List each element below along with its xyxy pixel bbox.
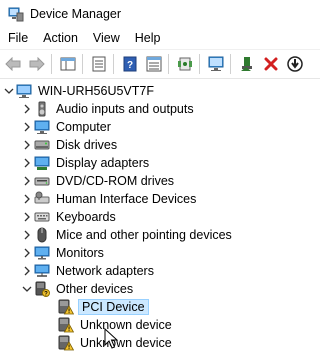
tree-item-computer[interactable]: Computer bbox=[20, 118, 113, 136]
chevron-down-icon[interactable] bbox=[2, 82, 16, 100]
tree-item-other-devices[interactable]: ? Other devices bbox=[20, 280, 135, 298]
tree-item-hid[interactable]: Human Interface Devices bbox=[20, 190, 198, 208]
tree-item-label: PCI Device bbox=[78, 299, 149, 315]
chevron-right-icon[interactable] bbox=[20, 136, 34, 154]
dvd-drive-icon bbox=[34, 173, 50, 189]
chevron-down-icon[interactable] bbox=[20, 280, 34, 298]
properties-icon[interactable] bbox=[88, 53, 110, 75]
devices-by-type-icon[interactable] bbox=[143, 53, 165, 75]
tree-item-label: Unknown device bbox=[80, 336, 172, 350]
toolbar-separator bbox=[199, 54, 200, 74]
mouse-cursor-icon bbox=[104, 328, 118, 349]
uninstall-icon[interactable] bbox=[260, 53, 282, 75]
tree-item-label: Keyboards bbox=[56, 210, 116, 224]
disk-drive-icon bbox=[34, 137, 50, 153]
tree-item-label: Human Interface Devices bbox=[56, 192, 197, 206]
menu-view[interactable]: View bbox=[85, 31, 127, 45]
tree-item-label: Audio inputs and outputs bbox=[56, 102, 194, 116]
scan-hardware-icon[interactable] bbox=[205, 53, 227, 75]
menu-file[interactable]: File bbox=[0, 31, 35, 45]
tree-item-label: Network adapters bbox=[56, 264, 154, 278]
svg-text:?: ? bbox=[44, 292, 48, 298]
warning-device-icon bbox=[58, 335, 74, 351]
tree-item-label: Other devices bbox=[56, 282, 134, 296]
toolbar-separator bbox=[230, 54, 231, 74]
menu-action[interactable]: Action bbox=[35, 31, 85, 45]
help-icon[interactable]: ? bbox=[119, 53, 141, 75]
other-devices-icon: ? bbox=[34, 281, 50, 297]
tree-item-label: DVD/CD-ROM drives bbox=[56, 174, 175, 188]
computer-icon bbox=[16, 83, 32, 99]
tree-item-mice[interactable]: Mice and other pointing devices bbox=[20, 226, 234, 244]
tree-item-pci-device[interactable]: PCI Device bbox=[58, 298, 149, 316]
toolbar-separator bbox=[51, 54, 52, 74]
toolbar: ? bbox=[0, 49, 320, 79]
computer-icon bbox=[34, 119, 50, 135]
toolbar-separator bbox=[82, 54, 83, 74]
device-manager-icon bbox=[8, 7, 24, 22]
chevron-right-icon[interactable] bbox=[20, 190, 34, 208]
toolbar-separator bbox=[168, 54, 169, 74]
enable-device-icon[interactable] bbox=[236, 53, 258, 75]
tree-item-label: Unknown device bbox=[80, 318, 172, 332]
title-bar: Device Manager bbox=[0, 0, 320, 28]
tree-root[interactable]: WIN-URH56U5VT7F bbox=[2, 82, 156, 100]
chevron-right-icon[interactable] bbox=[20, 244, 34, 262]
speaker-icon bbox=[34, 101, 50, 117]
update-driver-icon[interactable] bbox=[174, 53, 196, 75]
chevron-right-icon[interactable] bbox=[20, 154, 34, 172]
monitor-icon bbox=[34, 245, 50, 261]
tree-item-audio[interactable]: Audio inputs and outputs bbox=[20, 100, 196, 118]
chevron-right-icon[interactable] bbox=[20, 100, 34, 118]
hid-icon bbox=[34, 191, 50, 207]
keyboard-icon bbox=[34, 209, 50, 225]
toolbar-separator bbox=[113, 54, 114, 74]
warning-device-icon bbox=[58, 299, 74, 315]
chevron-right-icon[interactable] bbox=[20, 262, 34, 280]
tree-item-network-adapters[interactable]: Network adapters bbox=[20, 262, 156, 280]
tree-item-disk-drives[interactable]: Disk drives bbox=[20, 136, 119, 154]
chevron-right-icon[interactable] bbox=[20, 208, 34, 226]
forward-icon[interactable] bbox=[26, 53, 48, 75]
tree-item-label: Mice and other pointing devices bbox=[56, 228, 232, 242]
network-adapter-icon bbox=[34, 263, 50, 279]
tree-item-label: Display adapters bbox=[56, 156, 150, 170]
device-tree: WIN-URH56U5VT7F Audio inputs and outputs… bbox=[0, 80, 320, 356]
back-icon[interactable] bbox=[2, 53, 24, 75]
tree-root-label: WIN-URH56U5VT7F bbox=[38, 84, 154, 98]
tree-item-monitors[interactable]: Monitors bbox=[20, 244, 106, 262]
display-adapter-icon bbox=[34, 155, 50, 171]
menu-bar: File Action View Help bbox=[0, 28, 320, 48]
tree-item-dvd-drives[interactable]: DVD/CD-ROM drives bbox=[20, 172, 176, 190]
tree-item-label: Computer bbox=[56, 120, 111, 134]
show-hide-tree-icon[interactable] bbox=[57, 53, 79, 75]
tree-item-label: Disk drives bbox=[56, 138, 118, 152]
tree-item-keyboards[interactable]: Keyboards bbox=[20, 208, 118, 226]
chevron-right-icon[interactable] bbox=[20, 226, 34, 244]
tree-item-label: Monitors bbox=[56, 246, 104, 260]
chevron-right-icon[interactable] bbox=[20, 118, 34, 136]
mouse-icon bbox=[34, 227, 50, 243]
menu-help[interactable]: Help bbox=[127, 31, 168, 45]
warning-device-icon bbox=[58, 317, 74, 333]
download-icon[interactable] bbox=[284, 53, 306, 75]
tree-item-display-adapters[interactable]: Display adapters bbox=[20, 154, 151, 172]
svg-text:?: ? bbox=[127, 60, 133, 71]
window-title: Device Manager bbox=[30, 7, 122, 21]
chevron-right-icon[interactable] bbox=[20, 172, 34, 190]
